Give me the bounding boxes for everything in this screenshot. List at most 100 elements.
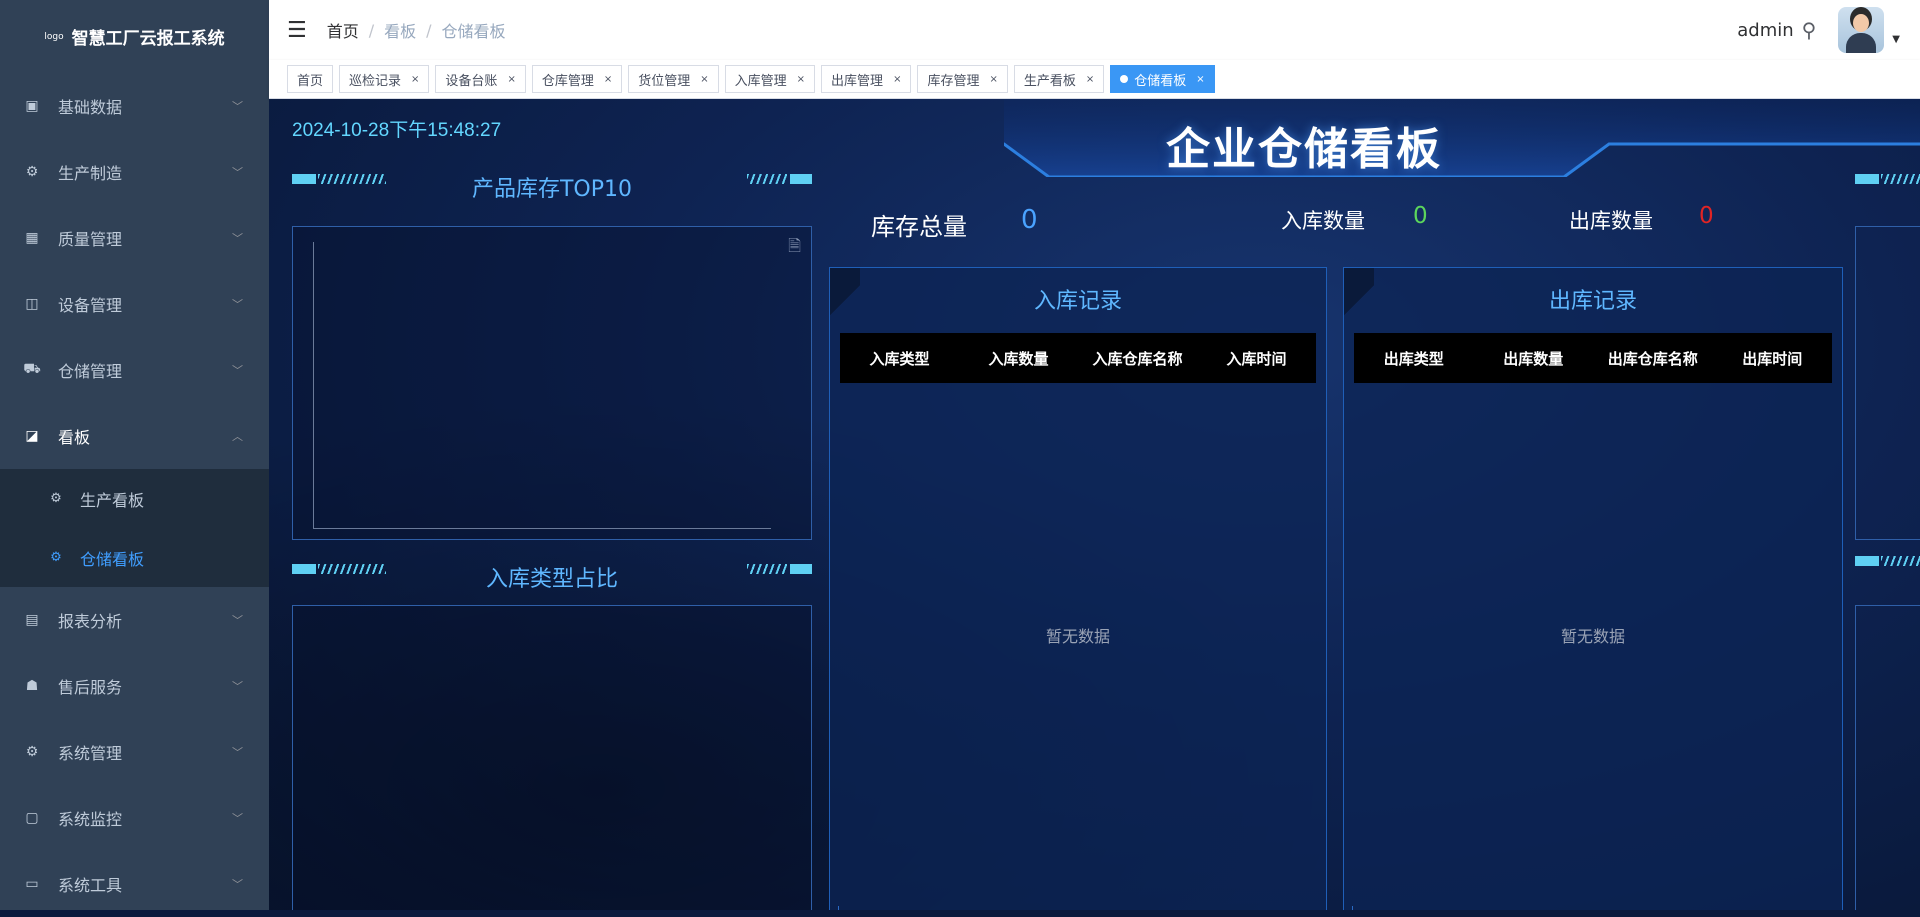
tags-view: 首页 巡检记录 × 设备台账 × 仓库管理 × 货位管理 × 入库管理 × 出库管理 × 库… xyxy=(269,60,1920,99)
chevron-down-icon: ﹀ xyxy=(232,166,243,179)
tag-outbound[interactable]: 出库管理 × xyxy=(821,65,912,93)
chevron-down-icon: ﹀ xyxy=(232,812,243,825)
sidebar-item-basic-data[interactable]: ▣ 基础数据 ﹀ xyxy=(0,73,269,139)
chevron-down-icon: ﹀ xyxy=(232,298,243,311)
sidebar-item-label: 基础数据 xyxy=(58,98,123,117)
sidebar-subitem-production-board[interactable]: ⚙ 生产看板 xyxy=(0,469,269,528)
users-icon: ☗ xyxy=(25,678,39,694)
cart-icon: ⛟ xyxy=(23,361,41,377)
tag-production-board[interactable]: 生产看板 × xyxy=(1013,65,1105,93)
sidebar-item-label: 系统工具 xyxy=(58,876,123,895)
inbound-count-value: 0 xyxy=(1413,203,1428,229)
chevron-down-icon: ﹀ xyxy=(232,878,243,891)
sidebar-item-label: 系统管理 xyxy=(58,744,123,763)
sidebar-item-label: 看板 xyxy=(58,428,91,447)
breadcrumb-separator: / xyxy=(368,20,375,40)
tag-label: 出库管理 xyxy=(831,73,884,89)
breadcrumb: 首页 / 看板 / 仓储看板 xyxy=(327,18,506,42)
corner-decoration xyxy=(1352,906,1382,910)
inbound-count-label: 入库数量 xyxy=(1281,209,1365,233)
sidebar-item-after-sales[interactable]: ☗ 售后服务 ﹀ xyxy=(0,653,269,719)
sidebar-item-monitor[interactable]: ▢ 系统监控 ﹀ xyxy=(0,785,269,851)
active-dot-icon xyxy=(1120,75,1129,83)
tag-equipment-ledger[interactable]: 设备台账 × xyxy=(435,65,526,93)
sidebar-subitem-warehouse-board[interactable]: ⚙ 仓储看板 xyxy=(0,528,269,587)
search-icon[interactable]: ⚲ xyxy=(1802,18,1817,42)
sidebar-item-system[interactable]: ⚙ 系统管理 ﹀ xyxy=(0,719,269,785)
gears-icon: ⚙ xyxy=(50,550,62,565)
tag-location[interactable]: 货位管理 × xyxy=(628,65,719,93)
tag-inbound[interactable]: 入库管理 × xyxy=(724,65,816,93)
tag-warehouse[interactable]: 仓库管理 × xyxy=(531,65,623,93)
logo: logo xyxy=(44,31,64,42)
chart-axes xyxy=(313,242,771,529)
breadcrumb-home[interactable]: 首页 xyxy=(327,18,359,42)
panel-header-decoration xyxy=(1855,556,1920,566)
sidebar-item-production[interactable]: ⚙ 生产制造 ﹀ xyxy=(0,139,269,205)
stock-total-label: 库存总量 xyxy=(871,213,967,241)
column-header: 入库时间 xyxy=(1226,349,1287,368)
empty-state: 暂无数据 xyxy=(1560,627,1625,646)
sidebar-item-dashboard[interactable]: ◪ 看板 ︿ xyxy=(0,403,269,469)
data-view-icon[interactable]: 🗎 xyxy=(788,235,801,262)
close-icon[interactable]: × xyxy=(411,74,419,85)
tag-label: 仓库管理 xyxy=(541,73,594,89)
settings-icon: ⚙ xyxy=(25,744,39,760)
breadcrumb-current: 仓储看板 xyxy=(441,22,506,41)
close-icon[interactable]: × xyxy=(989,74,997,85)
close-icon[interactable]: × xyxy=(700,74,708,85)
equipment-icon: ◫ xyxy=(25,296,39,312)
tag-warehouse-board[interactable]: 仓储看板 × xyxy=(1110,65,1215,93)
production-icon: ⚙ xyxy=(25,164,39,180)
tag-inspection[interactable]: 巡检记录 × xyxy=(339,65,430,93)
tag-inventory[interactable]: 库存管理 × xyxy=(917,65,1008,93)
sidebar-item-label: 设备管理 xyxy=(58,296,123,315)
tag-label: 首页 xyxy=(297,73,324,89)
close-icon[interactable]: × xyxy=(507,74,515,85)
sidebar-item-label: 仓储看板 xyxy=(80,549,145,569)
tag-label: 设备台账 xyxy=(445,73,498,89)
panel-header-decoration xyxy=(1855,174,1920,184)
navbar-right: admin ⚲ ▼ xyxy=(1737,0,1900,60)
column-header: 出库类型 xyxy=(1383,349,1444,368)
close-icon[interactable]: × xyxy=(797,74,805,85)
chevron-down-icon: ﹀ xyxy=(232,232,243,245)
outbound-records-panel: 出库记录 出库类型 出库数量 出库仓库名称 出库时间 暂无数据 xyxy=(1343,267,1843,910)
sidebar-item-equipment[interactable]: ◫ 设备管理 ﹀ xyxy=(0,271,269,337)
close-icon[interactable]: × xyxy=(1196,74,1204,85)
outbound-count-label: 出库数量 xyxy=(1569,209,1653,233)
outbound-count-value: 0 xyxy=(1699,203,1714,229)
close-icon[interactable]: × xyxy=(604,74,612,85)
username: admin xyxy=(1737,19,1794,41)
chevron-down-icon: ﹀ xyxy=(232,364,243,377)
caret-down-icon[interactable]: ▼ xyxy=(1892,34,1900,45)
hamburger-icon[interactable]: ☰ xyxy=(287,18,307,43)
dashboard-submenu: ⚙ 生产看板 ⚙ 仓储看板 xyxy=(0,469,269,587)
inbound-table-header: 入库类型 入库数量 入库仓库名称 入库时间 xyxy=(840,333,1316,383)
avatar-body xyxy=(1846,33,1877,53)
sidebar-item-tools[interactable]: ▭ 系统工具 ﹀ xyxy=(0,851,269,917)
avatar[interactable] xyxy=(1838,7,1885,53)
app-title: 智慧工厂云报工系统 xyxy=(71,29,225,49)
chevron-down-icon: ﹀ xyxy=(232,746,243,759)
tag-label: 库存管理 xyxy=(927,73,980,89)
sidebar-item-label: 生产制造 xyxy=(58,164,123,183)
stock-total-value: 0 xyxy=(1021,205,1038,235)
sidebar-item-reports[interactable]: ▤ 报表分析 ﹀ xyxy=(0,587,269,653)
warehouse-dashboard: 2024-10-28下午15:48:27 企业仓储看板 产品库存TOP10 🗎 xyxy=(269,99,1920,910)
tag-home[interactable]: 首页 xyxy=(287,65,334,93)
current-datetime: 2024-10-28下午15:48:27 xyxy=(292,120,502,141)
tag-label: 仓储看板 xyxy=(1134,73,1187,89)
sidebar-item-quality[interactable]: ▦ 质量管理 ﹀ xyxy=(0,205,269,271)
top-navbar: ☰ 首页 / 看板 / 仓储看板 admin ⚲ ▼ xyxy=(269,0,1920,60)
column-header: 出库数量 xyxy=(1503,349,1564,368)
close-icon[interactable]: × xyxy=(893,74,901,85)
breadcrumb-separator: / xyxy=(426,20,432,40)
right-panel-partial xyxy=(1855,226,1920,540)
sidebar-item-warehouse[interactable]: ⛟ 仓储管理 ﹀ xyxy=(0,337,269,403)
brand[interactable]: logo 智慧工厂云报工系统 xyxy=(0,0,269,73)
avatar-head xyxy=(1853,14,1870,32)
close-icon[interactable]: × xyxy=(1086,74,1094,85)
column-header: 入库数量 xyxy=(988,349,1049,368)
title-banner: 企业仓储看板 xyxy=(1004,99,1920,177)
